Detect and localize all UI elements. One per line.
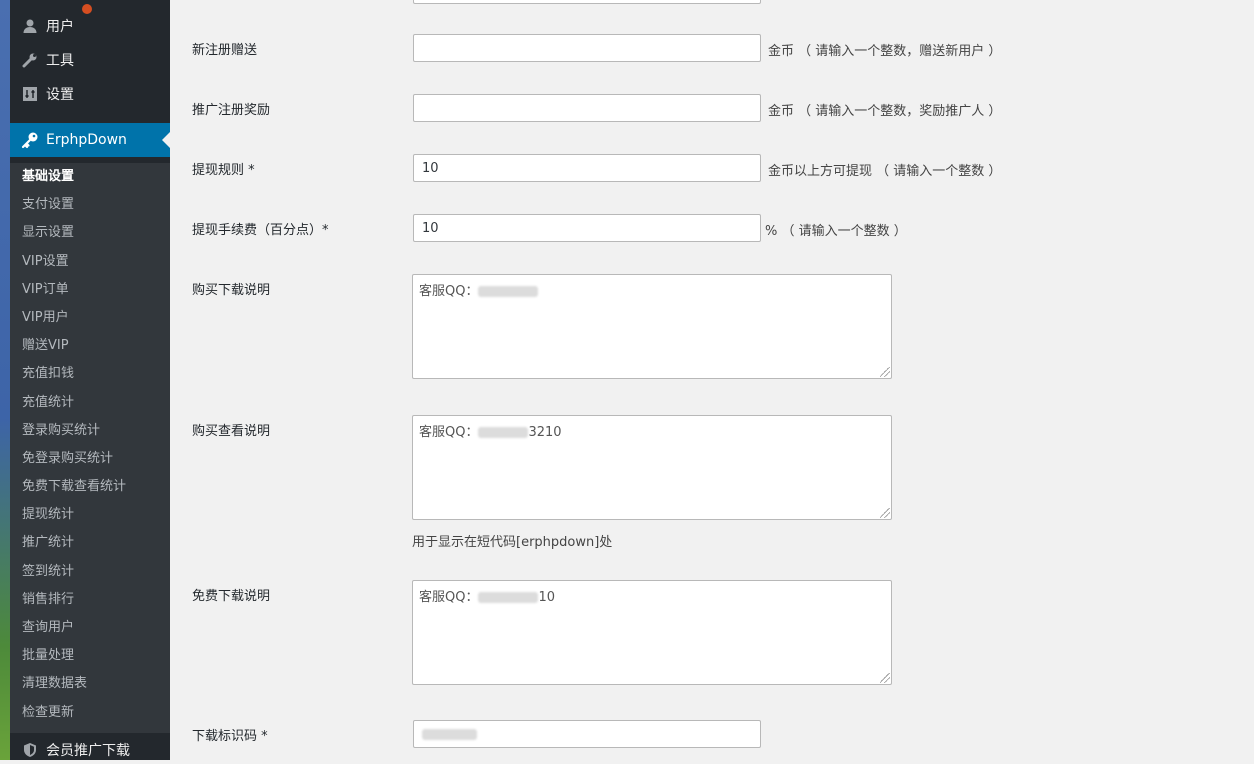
submenu-item-free-download-stats[interactable]: 免费下载查看统计 [10,473,170,501]
buy-view-desc-prefix: 客服QQ： [419,425,479,440]
submenu-item-display-settings[interactable]: 显示设置 [10,219,170,247]
shield-icon [20,740,40,760]
menu-users-label: 用户 [46,19,74,35]
resize-handle[interactable] [880,367,890,377]
submenu-item-basic-settings[interactable]: 基础设置 [10,163,170,191]
menu-users[interactable]: 用户 [10,4,170,43]
redacted-blur [478,286,539,297]
previous-input[interactable] [413,0,761,4]
submenu-item-login-purchase-stats[interactable]: 登录购买统计 [10,417,170,445]
menu-tools[interactable]: 工具 [10,43,170,77]
withdraw-rule-hint: 金币以上方可提现 （ 请输入一个整数 ） [768,164,1002,179]
download-code-label: 下载标识码 * [192,729,268,744]
free-download-desc-textarea[interactable]: 客服QQ： 10 [412,580,892,685]
new-register-bonus-hint: 金币 （ 请输入一个整数，赠送新用户 ） [768,44,1002,59]
submenu-item-guest-purchase-stats[interactable]: 免登录购买统计 [10,445,170,473]
submenu-item-gift-vip[interactable]: 赠送VIP [10,332,170,360]
menu-erphpdown-label: ErphpDown [46,132,127,148]
key-icon [20,130,40,150]
submenu-item-payment-settings[interactable]: 支付设置 [10,191,170,219]
buy-download-desc-textarea[interactable]: 客服QQ： [412,274,892,379]
settings-icon [20,84,40,104]
new-register-bonus-label: 新注册赠送 [192,43,258,58]
shortcode-note: 用于显示在短代码[erphpdown]处 [412,535,613,550]
submenu-item-referral-stats[interactable]: 推广统计 [10,529,170,557]
buy-download-desc-label: 购买下载说明 [192,283,271,298]
free-download-desc-prefix: 客服QQ： [419,590,479,605]
resize-handle[interactable] [880,673,890,683]
erphpdown-submenu: 基础设置 支付设置 显示设置 VIP设置 VIP订单 VIP用户 赠送VIP 充… [10,163,170,733]
redacted-blur [478,427,529,438]
submenu-item-vip-users[interactable]: VIP用户 [10,304,170,332]
submenu-item-sales-ranking[interactable]: 销售排行 [10,586,170,614]
submenu-item-withdraw-stats[interactable]: 提现统计 [10,501,170,529]
wrench-icon [20,50,40,70]
referral-reward-hint: 金币 （ 请输入一个整数，奖励推广人 ） [768,104,1002,119]
submenu-item-vip-orders[interactable]: VIP订单 [10,276,170,304]
submenu-item-recharge-deduct[interactable]: 充值扣钱 [10,360,170,388]
menu-settings-label: 设置 [46,87,74,103]
menu-settings[interactable]: 设置 [10,77,170,111]
withdraw-fee-label: 提现手续费（百分点）* [192,223,329,238]
resize-handle[interactable] [880,508,890,518]
referral-reward-input[interactable] [413,94,761,122]
buy-view-desc-suffix: 3210 [528,425,562,440]
user-icon [20,16,40,36]
withdraw-fee-hint: % （ 请输入一个整数 ） [765,224,907,239]
submenu-item-batch-process[interactable]: 批量处理 [10,642,170,670]
withdraw-fee-input[interactable]: 10 [413,214,761,242]
free-download-desc-suffix: 10 [538,590,556,605]
buy-download-desc-prefix: 客服QQ： [419,284,479,299]
menu-tools-label: 工具 [46,53,74,69]
withdraw-rule-input[interactable]: 10 [413,154,761,182]
submenu-item-check-updates[interactable]: 检查更新 [10,699,170,727]
submenu-item-checkin-stats[interactable]: 签到统计 [10,558,170,586]
withdraw-rule-label: 提现规则 * [192,163,255,178]
menu-member-referral-label: 会员推广下载 [46,743,130,759]
new-register-bonus-input[interactable] [413,34,761,62]
admin-sidebar: 用户 工具 设置 ErphpDown 基础设置 支付设置 显示设置 VIP设置 … [10,0,170,760]
buy-view-desc-label: 购买查看说明 [192,424,271,439]
download-code-input[interactable] [413,720,761,748]
referral-reward-label: 推广注册奖励 [192,103,271,118]
menu-erphpdown[interactable]: ErphpDown [10,123,170,157]
notification-dot [82,4,92,14]
redacted-blur [478,592,539,603]
submenu-item-clean-tables[interactable]: 清理数据表 [10,670,170,698]
submenu-item-query-user[interactable]: 查询用户 [10,614,170,642]
desktop-edge [0,0,10,760]
active-arrow [162,132,170,148]
submenu-item-recharge-stats[interactable]: 充值统计 [10,389,170,417]
free-download-desc-label: 免费下载说明 [192,589,271,604]
submenu-item-vip-settings[interactable]: VIP设置 [10,248,170,276]
buy-view-desc-textarea[interactable]: 客服QQ： 3210 [412,415,892,520]
redacted-blur [422,728,477,740]
